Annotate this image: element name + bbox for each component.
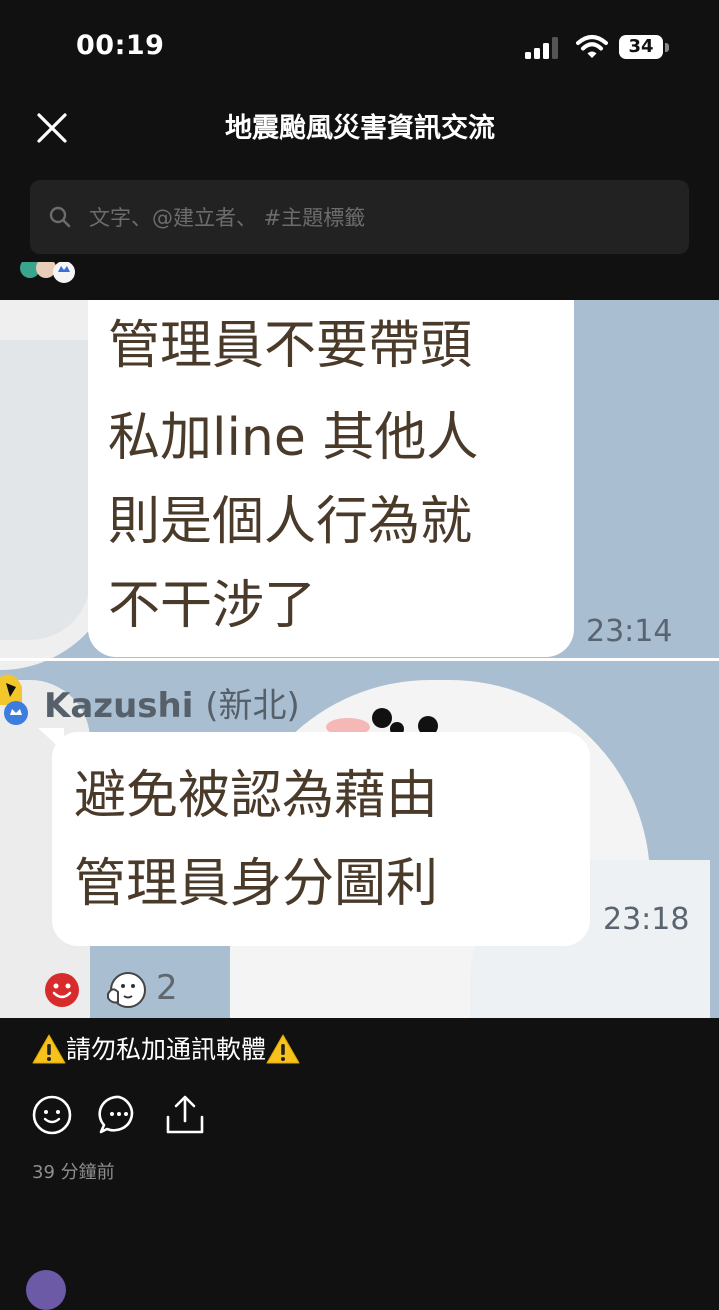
search-input[interactable] bbox=[87, 198, 651, 238]
sticker-reaction-icon bbox=[107, 972, 146, 1008]
bubble-line: 私加line 其他人 bbox=[108, 408, 479, 468]
chat-bubble: 避免被認為藉由 管理員身分圖利 bbox=[52, 732, 590, 946]
status-time: 00:19 bbox=[76, 30, 165, 61]
warning-icon bbox=[266, 1034, 300, 1064]
image-divider bbox=[0, 658, 719, 661]
share-icon[interactable] bbox=[163, 1093, 207, 1137]
search-icon bbox=[49, 206, 71, 228]
bubble-line: 則是個人行為就 bbox=[108, 492, 473, 552]
sender-region: (新北) bbox=[205, 686, 300, 726]
status-bar: 00:19 34 bbox=[0, 0, 719, 95]
close-icon[interactable] bbox=[32, 108, 72, 148]
message-time: 23:14 bbox=[586, 614, 673, 649]
sender-name: Kazushi (新北) bbox=[44, 678, 300, 727]
comment-icon[interactable] bbox=[97, 1093, 141, 1137]
battery-icon: 34 bbox=[619, 35, 669, 60]
sender-nickname: Kazushi bbox=[44, 686, 194, 726]
post-image[interactable]: 管理員不要帶頭 私加line 其他人 則是個人行為就 不干涉了 23:14 Ka… bbox=[0, 300, 719, 1018]
message-time: 23:18 bbox=[603, 902, 690, 937]
reaction-count: 2 bbox=[156, 968, 178, 1008]
cellular-signal-icon bbox=[525, 37, 558, 59]
search-bar[interactable] bbox=[30, 180, 689, 254]
battery-level: 34 bbox=[628, 36, 654, 57]
bubble-line: 管理員不要帶頭 bbox=[108, 316, 473, 376]
post-text-content: 請勿私加通訊軟體 bbox=[66, 1035, 267, 1064]
bubble-line: 不干涉了 bbox=[108, 576, 317, 636]
post-timestamp: 39 分鐘前 bbox=[32, 1162, 115, 1183]
smile-reaction-icon bbox=[45, 973, 79, 1007]
smile-icon[interactable] bbox=[30, 1093, 74, 1137]
participant-avatars bbox=[20, 262, 75, 283]
page-title: 地震颱風災害資訊交流 bbox=[225, 113, 495, 144]
sender-avatar bbox=[0, 674, 28, 725]
warning-icon bbox=[32, 1034, 66, 1064]
background-shape bbox=[0, 340, 90, 640]
sticker-eye bbox=[372, 708, 392, 728]
next-post-avatar[interactable] bbox=[26, 1270, 66, 1310]
bubble-line: 避免被認為藉由 bbox=[74, 766, 439, 826]
chat-bubble: 管理員不要帶頭 私加line 其他人 則是個人行為就 不干涉了 bbox=[88, 300, 574, 657]
bubble-line: 管理員身分圖利 bbox=[74, 854, 439, 914]
post-text: 請勿私加通訊軟體 bbox=[32, 1032, 300, 1068]
wifi-icon bbox=[576, 35, 608, 58]
